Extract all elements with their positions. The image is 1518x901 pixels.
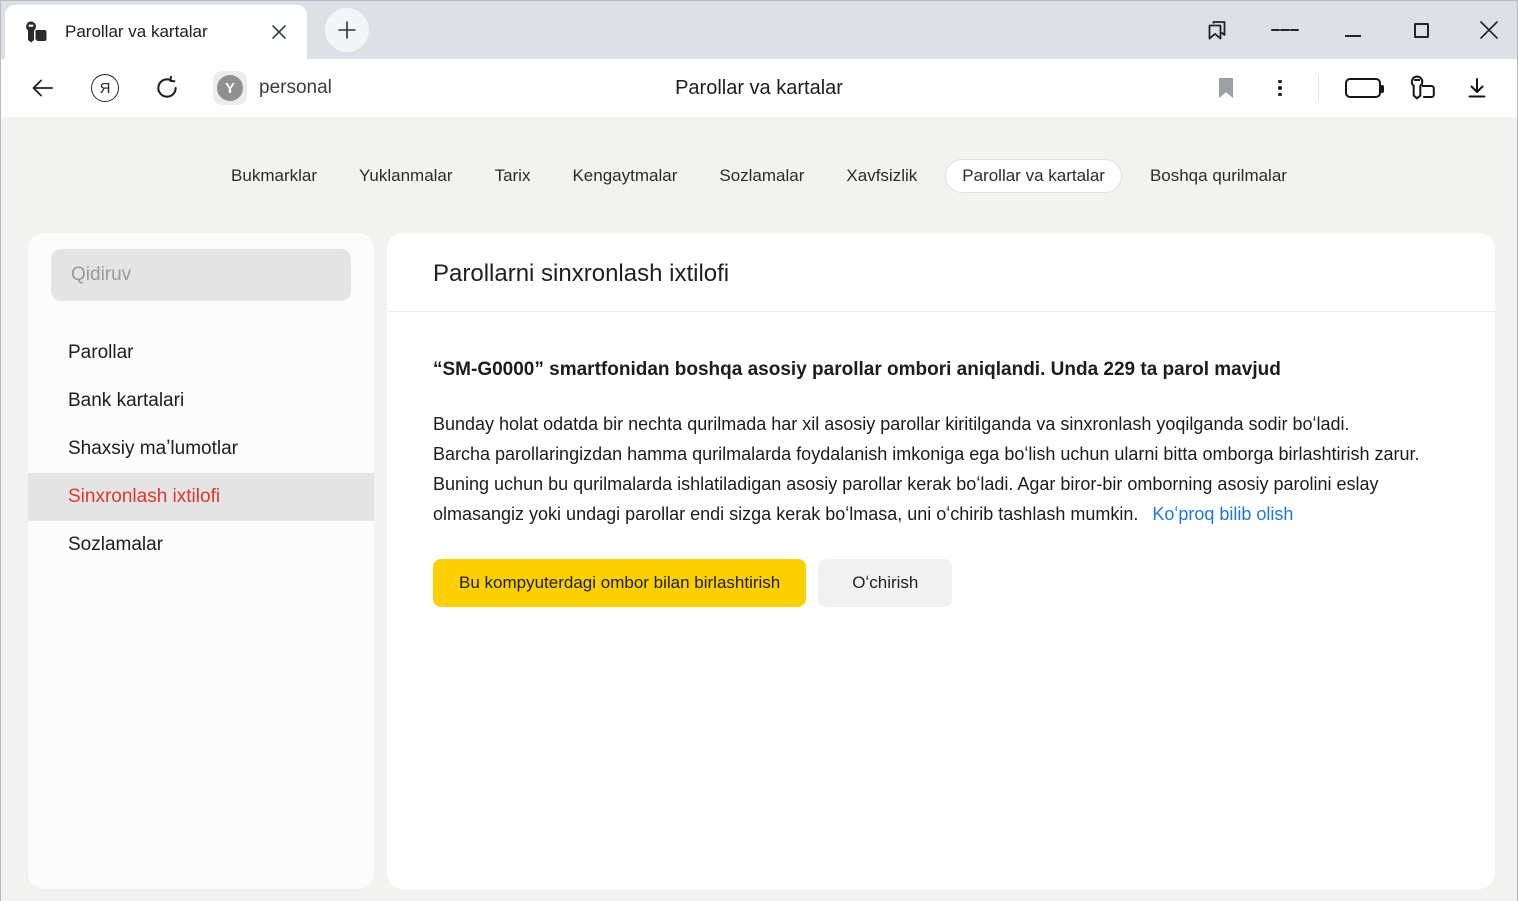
profile-chip[interactable]: Y personal bbox=[213, 71, 332, 105]
browser-tab[interactable]: Parollar va kartalar bbox=[5, 5, 307, 59]
nav-tab-history[interactable]: Tarix bbox=[481, 159, 545, 193]
delete-storage-button[interactable]: Oʻchirish bbox=[818, 559, 952, 607]
profile-name: personal bbox=[259, 77, 332, 99]
sidebar-list: Parollar Bank kartalari Shaxsiy maʼlumot… bbox=[28, 329, 374, 569]
minimize-button[interactable] bbox=[1339, 16, 1367, 44]
tab-strip: Parollar va kartalar bbox=[1, 1, 1517, 59]
menu-icon[interactable] bbox=[1271, 16, 1299, 44]
passwords-sidebar: Parollar Bank kartalari Shaxsiy maʼlumot… bbox=[28, 233, 374, 889]
refresh-icon[interactable] bbox=[151, 72, 183, 104]
nav-tab-downloads[interactable]: Yuklanmalar bbox=[345, 159, 467, 193]
nav-tab-other-devices[interactable]: Boshqa qurilmalar bbox=[1136, 159, 1301, 193]
profile-avatar: Y bbox=[213, 71, 247, 105]
nav-tab-extensions[interactable]: Kengaytmalar bbox=[558, 159, 691, 193]
browser-toolbar: Я Y personal Parollar va kartalar bbox=[1, 59, 1517, 117]
bookmark-icon[interactable] bbox=[1210, 72, 1242, 104]
passwords-manager-icon[interactable] bbox=[1407, 72, 1439, 104]
tab-close-icon[interactable] bbox=[265, 18, 293, 46]
downloads-icon[interactable] bbox=[1461, 72, 1493, 104]
back-icon[interactable] bbox=[27, 72, 59, 104]
sidebar-item-personal-data[interactable]: Shaxsiy maʼlumotlar bbox=[28, 425, 374, 473]
description-paragraph-2: Barcha parollaringizdan hamma qurilmalar… bbox=[433, 439, 1449, 529]
new-tab-button[interactable] bbox=[325, 8, 369, 52]
tab-title: Parollar va kartalar bbox=[65, 22, 265, 42]
sidebar-item-settings[interactable]: Sozlamalar bbox=[28, 521, 374, 569]
nav-tab-passwords[interactable]: Parollar va kartalar bbox=[945, 159, 1122, 193]
more-options-icon[interactable] bbox=[1264, 72, 1296, 104]
yandex-home-icon[interactable]: Я bbox=[89, 72, 121, 104]
sync-conflict-panel: Parollarni sinxronlash ixtilofi “SM-G000… bbox=[387, 233, 1495, 889]
settings-nav: Bukmarklar Yuklanmalar Tarix Kengaytmala… bbox=[1, 117, 1517, 193]
nav-tab-security[interactable]: Xavfsizlik bbox=[832, 159, 931, 193]
merge-storage-button[interactable]: Bu kompyuterdagi ombor bilan birlashtiri… bbox=[433, 559, 806, 607]
tab-panel-icon[interactable] bbox=[1203, 16, 1231, 44]
settings-page: Bukmarklar Yuklanmalar Tarix Kengaytmala… bbox=[1, 117, 1517, 901]
conflict-description: Bunday holat odatda bir nechta qurilmada… bbox=[433, 409, 1449, 529]
sidebar-item-bank-cards[interactable]: Bank kartalari bbox=[28, 377, 374, 425]
passwords-favicon-icon bbox=[23, 19, 49, 45]
toolbar-divider bbox=[1318, 75, 1319, 101]
learn-more-link[interactable]: Koʻproq bilib olish bbox=[1152, 504, 1293, 524]
nav-tab-bookmarks[interactable]: Bukmarklar bbox=[217, 159, 331, 193]
nav-tab-settings[interactable]: Sozlamalar bbox=[705, 159, 818, 193]
sidebar-item-sync-conflict[interactable]: Sinxronlash ixtilofi bbox=[28, 473, 374, 521]
conflict-subtitle: “SM-G0000” smartfonidan boshqa asosiy pa… bbox=[433, 354, 1413, 385]
panel-title: Parollarni sinxronlash ixtilofi bbox=[433, 260, 1449, 288]
maximize-button[interactable] bbox=[1407, 16, 1435, 44]
battery-icon[interactable] bbox=[1341, 72, 1385, 104]
description-paragraph-1: Bunday holat odatda bir nechta qurilmada… bbox=[433, 409, 1449, 439]
search-input[interactable] bbox=[51, 249, 351, 301]
close-window-button[interactable] bbox=[1475, 16, 1503, 44]
sidebar-item-passwords[interactable]: Parollar bbox=[28, 329, 374, 377]
